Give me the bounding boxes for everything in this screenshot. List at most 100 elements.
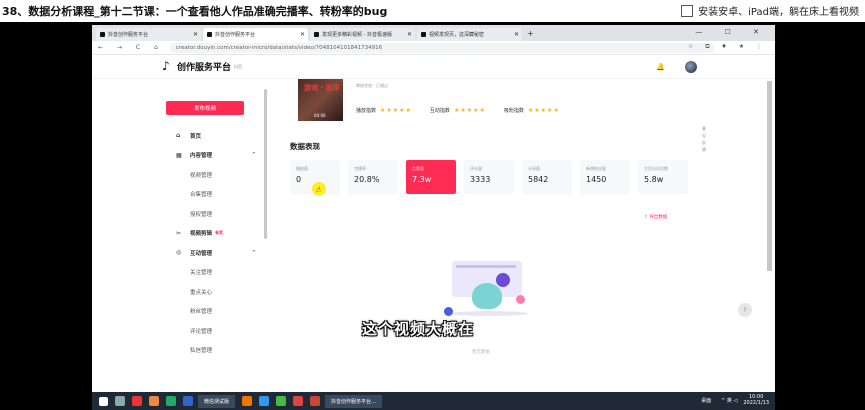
browser-tab-2[interactable]: 抖音创作服务平台 ✕ bbox=[203, 28, 308, 41]
close-tab-icon[interactable]: ✕ bbox=[407, 31, 412, 38]
sidebar-item-4[interactable]: 授权管理 bbox=[176, 204, 256, 224]
section-title: 数据表现 bbox=[290, 142, 320, 151]
close-tab-icon[interactable]: ✕ bbox=[193, 31, 198, 38]
sidebar-item-7[interactable]: 关注管理 bbox=[176, 263, 256, 283]
url-field[interactable]: creator.douyin.com/creator-micro/data/st… bbox=[169, 42, 715, 53]
metric-card[interactable]: 完播率 20.8% bbox=[348, 160, 398, 194]
publish-video-button[interactable]: 发布视频 bbox=[166, 101, 244, 115]
sidebar-item-9[interactable]: 粉丝管理 bbox=[176, 302, 256, 322]
metric-label: 主页访问次数 bbox=[644, 166, 668, 171]
page: 38、数据分析课程_第十二节课：一个查看他人作品准确完播率、转粉率的bug 安装… bbox=[0, 0, 865, 410]
menu-icon: ◎ bbox=[176, 249, 182, 257]
video-thumbnail[interactable]: 游戏 · 说评 04:00 bbox=[298, 79, 343, 121]
clock[interactable]: 10:00 2022/1/13 bbox=[743, 394, 769, 406]
sidebar-scrollbar[interactable] bbox=[264, 89, 267, 239]
chevron-up-icon[interactable]: ^ bbox=[252, 152, 256, 158]
mouse-cursor-highlight: ☝ bbox=[312, 182, 326, 196]
tab-label: 抖音创作服务平台 bbox=[215, 32, 256, 38]
sidebar-item-11[interactable]: 私信管理 bbox=[176, 341, 256, 361]
toolbar-icons[interactable]: ☆ ⧉ ♦ ★ ⋮ bbox=[688, 43, 767, 51]
app-icon[interactable] bbox=[310, 396, 321, 406]
douyin-icon bbox=[314, 32, 319, 37]
ime-label[interactable]: 桌面 bbox=[701, 397, 711, 404]
sidebar-item-8[interactable]: 重点关心 bbox=[176, 282, 256, 302]
export-label: 导出数据 bbox=[649, 215, 668, 220]
metric-value: 3333 bbox=[470, 175, 491, 184]
sidebar-item-label: 粉丝管理 bbox=[190, 309, 213, 316]
rating-label: 吸粉指数 bbox=[503, 108, 524, 114]
sidebar-item-label: 评论管理 bbox=[190, 328, 213, 335]
taskbar-app-douyin[interactable]: 抖音创作服务平台... bbox=[325, 394, 382, 408]
feedback-rail[interactable]: 意见反馈 bbox=[702, 125, 708, 153]
metric-label: 新增粉丝量 bbox=[586, 166, 606, 171]
metric-card[interactable]: 分享量 5842 bbox=[522, 160, 572, 194]
page-scrollbar[interactable] bbox=[767, 81, 772, 271]
rating-fans: 吸粉指数 ★★★★★ bbox=[504, 107, 560, 114]
metric-card[interactable]: 主页访问次数 5.8w bbox=[638, 160, 688, 194]
browser-tab-3[interactable]: 发现更多精彩视频 - 抖音极速版 ✕ bbox=[310, 28, 415, 41]
app-icon[interactable] bbox=[149, 396, 159, 406]
rating-interact: 互动指数 ★★★★★ bbox=[430, 107, 486, 114]
rating-label: 播放指数 bbox=[356, 108, 377, 114]
browser-tab-bar: 抖音创作服务平台 ✕ 抖音创作服务平台 ✕ 发现更多精彩视频 - 抖音极速版 ✕ 视频… bbox=[92, 25, 775, 41]
metric-value: 5.8w bbox=[644, 175, 664, 184]
app-icon[interactable] bbox=[132, 396, 142, 406]
windows-taskbar: 微信测试版 抖音创作服务平台... 桌面 ^ 英 ◁ 10:00 2022/1/… bbox=[92, 392, 775, 410]
browser-tab-1[interactable]: 抖音创作服务平台 ✕ bbox=[96, 28, 201, 41]
browser-tab-4[interactable]: 视频发现页，这深藏秘密 ✕ bbox=[417, 28, 522, 41]
sidebar-item-label: 关注管理 bbox=[190, 270, 213, 277]
help-icon[interactable]: ? bbox=[738, 303, 752, 317]
metric-card[interactable]: 评论量 3333 bbox=[464, 160, 514, 194]
douyin-icon bbox=[100, 32, 105, 37]
sidebar-item-10[interactable]: 评论管理 bbox=[176, 321, 256, 341]
video-frame: 抖音创作服务平台 ✕ 抖音创作服务平台 ✕ 发现更多精彩视频 - 抖音极速版 ✕ 视频… bbox=[0, 22, 865, 410]
metric-label: 播放量 bbox=[296, 166, 308, 171]
search-icon[interactable] bbox=[115, 396, 125, 406]
avatar[interactable] bbox=[685, 61, 697, 73]
metric-value: 20.8% bbox=[354, 175, 380, 184]
install-checkbox[interactable] bbox=[681, 4, 694, 17]
recorded-screen: 抖音创作服务平台 ✕ 抖音创作服务平台 ✕ 发现更多精彩视频 - 抖音极速版 ✕ 视频… bbox=[92, 25, 775, 410]
app-icon[interactable] bbox=[293, 396, 304, 406]
sidebar-item-2[interactable]: 视频管理 bbox=[176, 165, 256, 185]
sidebar-item-label: 视频管理 bbox=[190, 172, 213, 179]
metric-card[interactable]: 新增粉丝量 1450 bbox=[580, 160, 630, 194]
system-tray: 桌面 ^ 英 ◁ 10:00 2022/1/13 bbox=[701, 394, 769, 406]
windows-start-icon[interactable] bbox=[99, 396, 108, 406]
illus-dot bbox=[444, 307, 453, 316]
close-tab-icon[interactable]: ✕ bbox=[300, 31, 305, 38]
app-icon[interactable] bbox=[259, 396, 270, 406]
install-promo[interactable]: 安装安卓、iPad端，躺在床上看视频 bbox=[681, 3, 859, 18]
logo[interactable]: ♪ 创作服务平台 抖音 bbox=[162, 60, 242, 74]
taskbar-app-wechat[interactable]: 微信测试版 bbox=[198, 394, 236, 408]
metric-card[interactable]: 点赞量 7.3w bbox=[406, 160, 456, 194]
chevron-up-icon[interactable]: ^ bbox=[252, 250, 256, 256]
sidebar-menu: ⌂ 首页 ▦ 内容管理 ^ 视频管理合集管理 授权管理 ✂ 视频剪辑 有奖 ◎ 互动管理 ^ 关注管理重点… bbox=[176, 126, 256, 360]
sidebar-item-0[interactable]: ⌂ 首页 bbox=[176, 126, 256, 146]
clock-date: 2022/1/13 bbox=[743, 400, 769, 406]
tray-icons[interactable]: ^ 英 ◁ bbox=[721, 397, 737, 404]
nav-buttons[interactable]: ← → C ⌂ bbox=[98, 44, 164, 51]
app-icon[interactable] bbox=[166, 396, 176, 406]
sidebar-item-1[interactable]: ▦ 内容管理 ^ bbox=[176, 146, 256, 166]
export-data-button[interactable]: ⇪ 导出数据 bbox=[644, 214, 667, 220]
sidebar-item-6[interactable]: ◎ 互动管理 ^ bbox=[176, 243, 256, 263]
douyin-icon bbox=[207, 32, 212, 37]
star-icon: ★★★★★ bbox=[453, 107, 486, 114]
app-icon[interactable] bbox=[276, 396, 287, 406]
new-badge: 有奖 bbox=[215, 230, 224, 236]
metric-label: 完播率 bbox=[354, 166, 366, 171]
app-icon[interactable] bbox=[242, 396, 253, 406]
window-controls[interactable]: — ☐ ✕ bbox=[695, 28, 769, 36]
metric-cards: 播放量 0 完播率 20.8% 点赞量 7.3w 评论量 3333 分享量 5842 新增粉丝量 14… bbox=[290, 160, 696, 194]
new-tab-button[interactable]: + bbox=[527, 29, 534, 38]
app-icon[interactable] bbox=[183, 396, 193, 406]
illus-bar bbox=[456, 265, 516, 268]
close-tab-icon[interactable]: ✕ bbox=[514, 31, 519, 38]
illus-person bbox=[472, 283, 502, 309]
sidebar-item-3[interactable]: 合集管理 bbox=[176, 185, 256, 205]
sidebar-item-5[interactable]: ✂ 视频剪辑 有奖 bbox=[176, 224, 256, 244]
video-ratings: 播放指数 ★★★★★ 互动指数 ★★★★★ 吸粉指数 ★★★★★ bbox=[356, 107, 578, 114]
bell-icon[interactable]: 🔔 bbox=[656, 63, 665, 71]
tab-label: 抖音创作服务平台 bbox=[108, 32, 149, 38]
